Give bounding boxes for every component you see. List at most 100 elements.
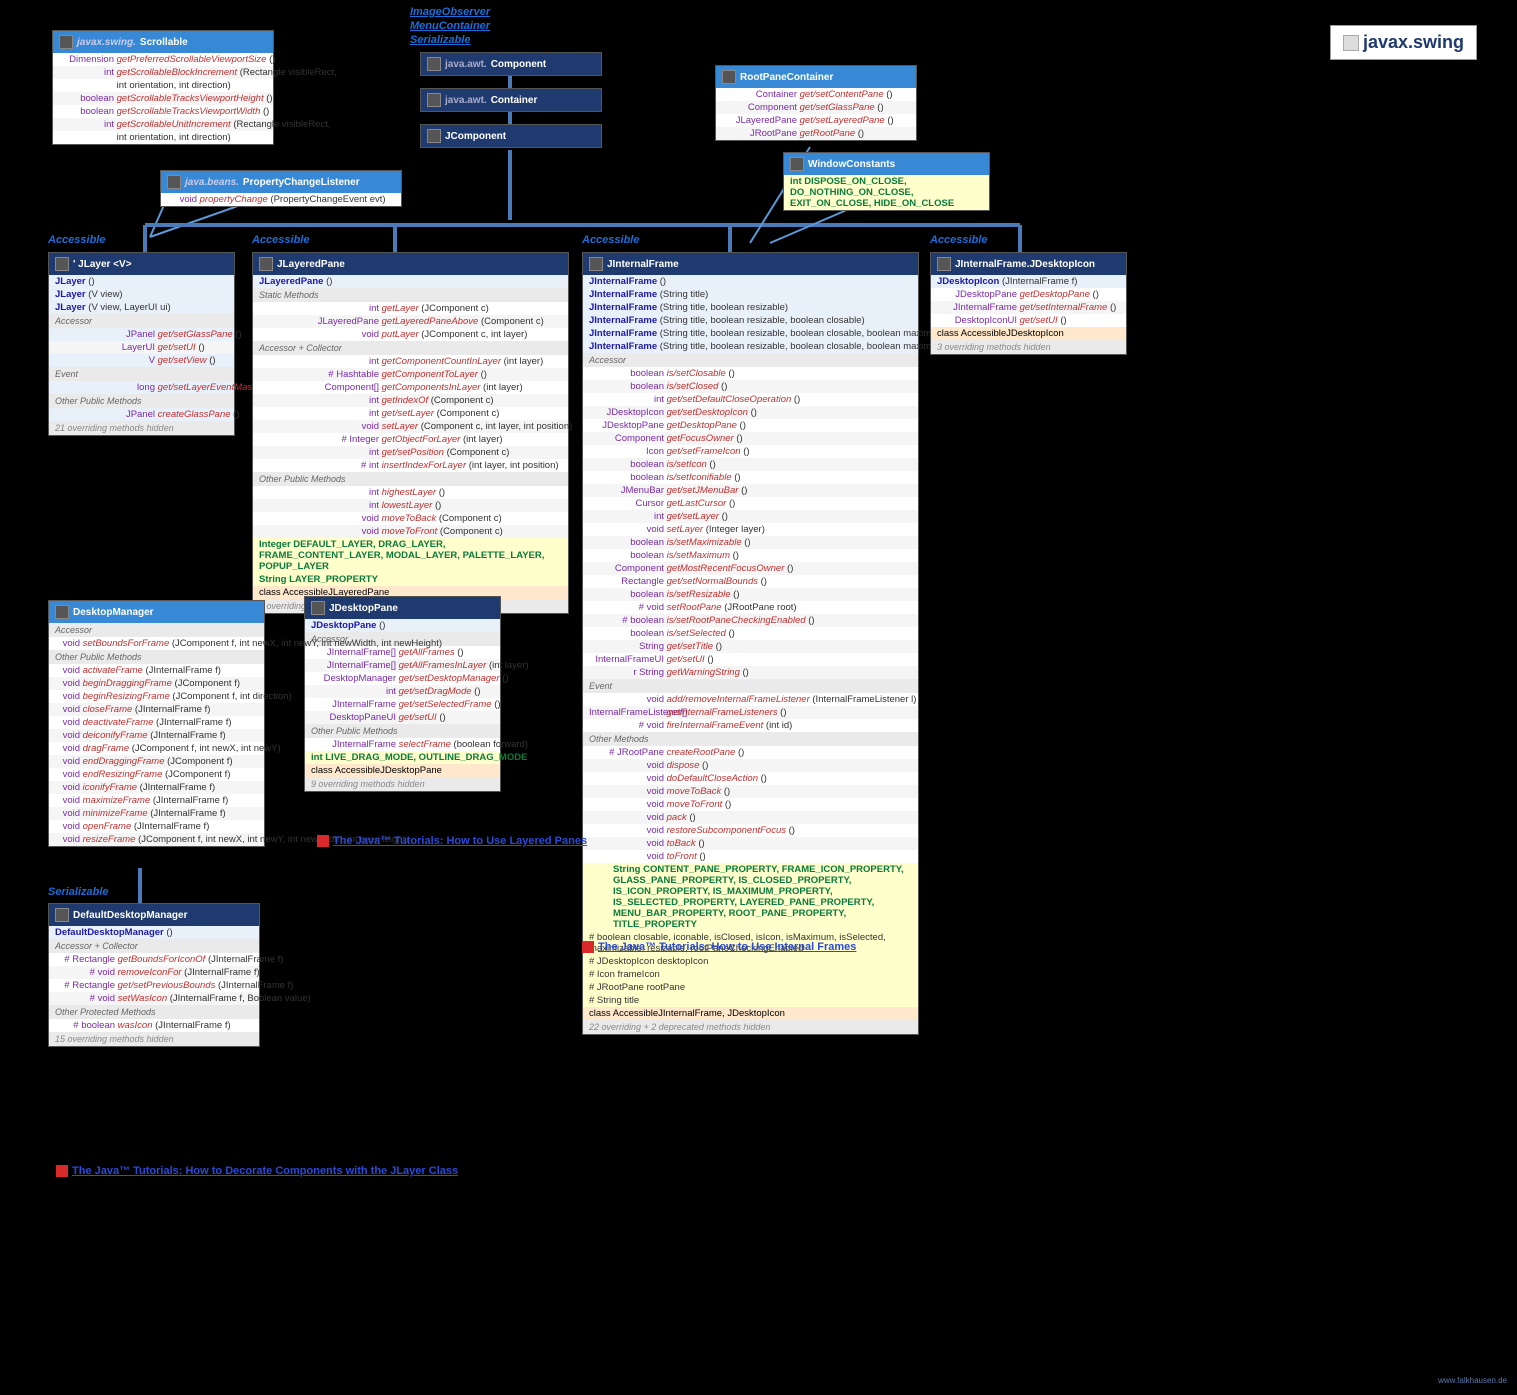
label-serializable: Serializable [48, 886, 109, 898]
method-row: int getScrollableUnitIncrement (Rectangl… [53, 118, 273, 131]
constructor-row: JInternalFrame (String title) [583, 288, 918, 301]
method-row: void moveToBack (Component c) [253, 512, 568, 525]
method-row: int orientation, int direction) [53, 79, 273, 92]
method-row: JInternalFrame[] getAllFramesInLayer (in… [305, 659, 500, 672]
package-label: javax.swing [1330, 25, 1477, 60]
link-imageobserver[interactable]: ImageObserver [410, 6, 490, 18]
class-defaultdesktopmanager[interactable]: DefaultDesktopManager DefaultDesktopMana… [48, 903, 260, 1047]
interface-desktopmanager[interactable]: DesktopManager Accessor void setBoundsFo… [48, 600, 265, 847]
method-row: r String getWarningString () [583, 666, 918, 679]
method-row: Component getMostRecentFocusOwner () [583, 562, 918, 575]
class-jlayer[interactable]: ' JLayer <V> JLayer ()JLayer (V view)JLa… [48, 252, 235, 436]
constructor-row: JLayeredPane () [253, 275, 568, 288]
method-row: void deactivateFrame (JInternalFrame f) [49, 716, 264, 729]
class-icon [259, 257, 273, 271]
method-row: JInternalFrame selectFrame (boolean forw… [305, 738, 500, 751]
method-row: DesktopPaneUI get/setUI () [305, 711, 500, 724]
method-row: Container get/setContentPane () [716, 88, 916, 101]
method-row: void beginDraggingFrame (JComponent f) [49, 677, 264, 690]
method-row: # Rectangle get/setPreviousBounds (JInte… [49, 979, 259, 992]
method-row: void resizeFrame (JComponent f, int newX… [49, 833, 264, 846]
method-row: void moveToBack () [583, 785, 918, 798]
interface-rootpanecontainer[interactable]: RootPaneContainer Container get/setConte… [715, 65, 917, 141]
link-serializable[interactable]: Serializable [410, 34, 471, 46]
method-row: void doDefaultCloseAction () [583, 772, 918, 785]
class-jinternalframe[interactable]: JInternalFrame JInternalFrame ()JInterna… [582, 252, 919, 1035]
method-row: int highestLayer () [253, 486, 568, 499]
link-menucontainer[interactable]: MenuContainer [410, 20, 490, 32]
interface-icon [722, 70, 736, 84]
method-row: void dispose () [583, 759, 918, 772]
label-accessible-jdesktopicon: Accessible [930, 234, 987, 246]
method-row: boolean is/setClosed () [583, 380, 918, 393]
class-jcomponent[interactable]: JComponent [420, 124, 602, 148]
method-row: # void removeIconFor (JInternalFrame f) [49, 966, 259, 979]
method-row: # void setRootPane (JRootPane root) [583, 601, 918, 614]
class-container[interactable]: java.awt.Container [420, 88, 602, 112]
method-row: JPanel get/setGlassPane () [49, 328, 234, 341]
class-icon [55, 257, 69, 271]
method-row: void dragFrame (JComponent f, int newX, … [49, 742, 264, 755]
package-icon [1343, 35, 1359, 51]
class-component[interactable]: java.awt.Component [420, 52, 602, 76]
interface-propertychangelistener[interactable]: java.beans.PropertyChangeListener void p… [160, 170, 402, 207]
class-icon [937, 257, 951, 271]
method-row: # Hashtable getComponentToLayer () [253, 368, 568, 381]
interface-icon [790, 157, 804, 171]
constructor-row: JInternalFrame (String title, boolean re… [583, 327, 918, 340]
method-row: # Integer getObjectForLayer (int layer) [253, 433, 568, 446]
class-icon [427, 129, 441, 143]
field-row: # JRootPane rootPane [583, 981, 918, 994]
oracle-icon [582, 941, 594, 953]
constructor-row: JInternalFrame (String title, boolean re… [583, 314, 918, 327]
method-row: int getScrollableBlockIncrement (Rectang… [53, 66, 273, 79]
method-row: void moveToFront () [583, 798, 918, 811]
method-row: boolean getScrollableTracksViewportHeigh… [53, 92, 273, 105]
label-accessible-jinternalframe: Accessible [582, 234, 639, 246]
interface-icon [59, 35, 73, 49]
method-row: void endDraggingFrame (JComponent f) [49, 755, 264, 768]
method-row: Dimension getPreferredScrollableViewport… [53, 53, 273, 66]
method-row: boolean getScrollableTracksViewportWidth… [53, 105, 273, 118]
class-icon [427, 93, 441, 107]
method-row: void toFront () [583, 850, 918, 863]
constructor-row: JLayer (V view) [49, 288, 234, 301]
class-jlayeredpane[interactable]: JLayeredPane JLayeredPane () Static Meth… [252, 252, 569, 614]
interface-windowconstants[interactable]: WindowConstants int DISPOSE_ON_CLOSE, DO… [783, 152, 990, 211]
method-row: int get/setPosition (Component c) [253, 446, 568, 459]
method-row: void toBack () [583, 837, 918, 850]
method-row: Component[] getComponentsInLayer (int la… [253, 381, 568, 394]
label-accessible-jlayeredpane: Accessible [252, 234, 309, 246]
window-constants: int DISPOSE_ON_CLOSE, DO_NOTHING_ON_CLOS… [784, 175, 989, 210]
method-row: LayerUI get/setUI () [49, 341, 234, 354]
method-row: JLayeredPane get/setLayeredPane () [716, 114, 916, 127]
method-row: int get/setDragMode () [305, 685, 500, 698]
method-row: int get/setLayer () [583, 510, 918, 523]
method-row: JDesktopPane getDesktopPane () [583, 419, 918, 432]
method-row: Rectangle get/setNormalBounds () [583, 575, 918, 588]
method-row: void setBoundsForFrame (JComponent f, in… [49, 637, 264, 650]
method-row: JDesktopIcon get/setDesktopIcon () [583, 406, 918, 419]
method-row: InternalFrameUI get/setUI () [583, 653, 918, 666]
method-row: JDesktopPane getDesktopPane () [931, 288, 1126, 301]
tutorial-link[interactable]: The Java™ Tutorials: How to Decorate Com… [56, 1165, 458, 1177]
method-row: JRootPane getRootPane () [716, 127, 916, 140]
constructor-row: DefaultDesktopManager () [49, 926, 259, 939]
method-row: int getComponentCountInLayer (int layer) [253, 355, 568, 368]
tutorial-link[interactable]: The Java™ Tutorials: How to Use Internal… [582, 941, 856, 953]
method-row: boolean is/setClosable () [583, 367, 918, 380]
method-row: Component getFocusOwner () [583, 432, 918, 445]
class-icon [589, 257, 603, 271]
interface-scrollable[interactable]: javax.swing.Scrollable Dimension getPref… [52, 30, 274, 145]
method-row: boolean is/setSelected () [583, 627, 918, 640]
field-row: # JDesktopIcon desktopIcon [583, 955, 918, 968]
method-row: InternalFrameListener[] getInternalFrame… [583, 706, 918, 719]
method-row: void iconifyFrame (JInternalFrame f) [49, 781, 264, 794]
interface-icon [55, 605, 69, 619]
method-row: # void fireInternalFrameEvent (int id) [583, 719, 918, 732]
tutorial-link[interactable]: The Java™ Tutorials: How to Use Layered … [317, 835, 587, 847]
class-jdesktopicon[interactable]: JInternalFrame.JDesktopIcon JDesktopIcon… [930, 252, 1127, 355]
method-row: # JRootPane createRootPane () [583, 746, 918, 759]
class-jdesktoppane[interactable]: JDesktopPane JDesktopPane () Accessor JI… [304, 596, 501, 792]
method-row: void deiconifyFrame (JInternalFrame f) [49, 729, 264, 742]
